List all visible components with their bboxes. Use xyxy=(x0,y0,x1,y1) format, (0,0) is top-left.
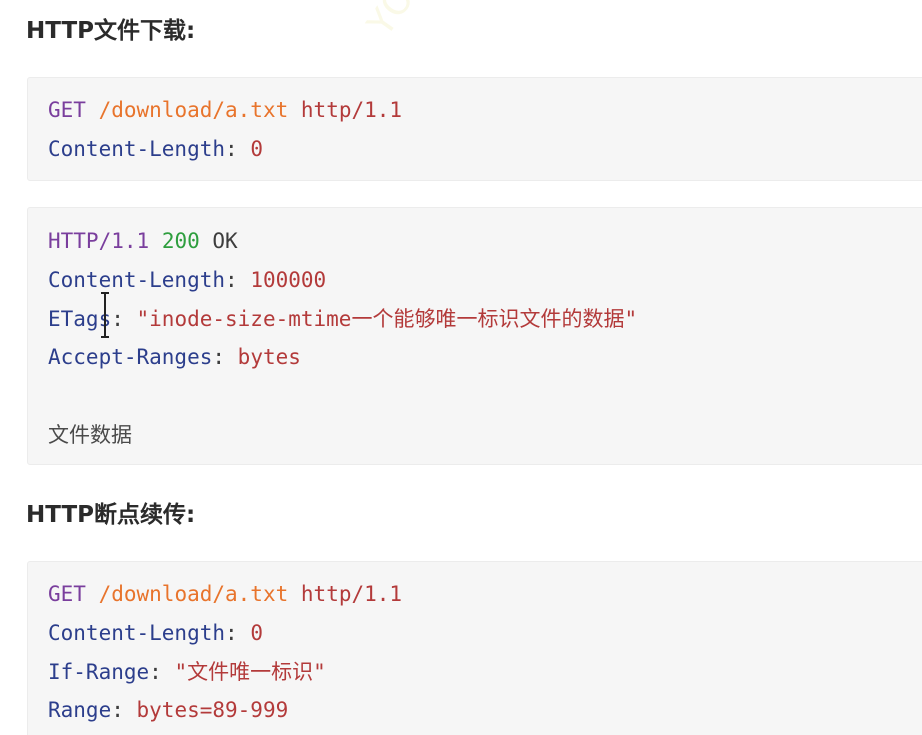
status-code: 200 xyxy=(161,229,200,253)
header-value: 0 xyxy=(250,136,263,161)
request-path: /download/a.txt xyxy=(98,98,289,122)
status-text: OK xyxy=(212,229,238,253)
header-name: Accept-Ranges xyxy=(48,345,213,370)
header-name: If-Range xyxy=(48,659,150,684)
header-line-range: Range: bytes=89-999 xyxy=(48,698,289,723)
code-block-resume-request[interactable]: GET /download/a.txt http/1.1 Content-Len… xyxy=(27,561,922,735)
header-value: bytes=89-999 xyxy=(136,698,289,723)
header-name: ETags xyxy=(48,306,112,331)
header-name: Content-Length xyxy=(48,620,226,645)
section-heading-download: HTTP文件下载: xyxy=(26,18,196,44)
status-line: HTTP/1.1 200 OK xyxy=(48,222,922,261)
response-body-text: 文件数据 xyxy=(48,422,132,447)
header-value: bytes xyxy=(237,345,301,370)
header-name: Content-Length xyxy=(48,267,226,292)
header-value: 100000 xyxy=(250,267,327,292)
header-line-content-length: Content-Length: 100000 xyxy=(48,267,327,292)
header-line-content-length: Content-Length: 0 xyxy=(48,136,263,161)
http-method: GET xyxy=(48,582,86,606)
header-line-accept-ranges: Accept-Ranges: bytes xyxy=(48,345,301,370)
request-line: GET /download/a.txt http/1.1 xyxy=(48,91,922,130)
section-heading-resume: HTTP断点续传: xyxy=(26,502,196,528)
header-value: 0 xyxy=(250,620,263,645)
header-line-etags: ETags: "inode-size-mtime一个能够唯一标识文件的数据" xyxy=(48,306,638,331)
request-path: /download/a.txt xyxy=(98,582,289,606)
text-cursor-icon xyxy=(101,292,109,338)
header-name: Range xyxy=(48,698,112,723)
header-value: "文件唯一标识" xyxy=(174,659,326,684)
header-name: Content-Length xyxy=(48,136,226,161)
header-line-if-range: If-Range: "文件唯一标识" xyxy=(48,659,326,684)
header-value: "inode-size-mtime一个能够唯一标识文件的数据" xyxy=(136,306,638,331)
status-protocol: HTTP/1.1 xyxy=(48,229,150,253)
http-method: GET xyxy=(48,98,86,122)
header-line-content-length: Content-Length: 0 xyxy=(48,620,263,645)
code-block-download-response[interactable]: HTTP/1.1 200 OK Content-Length: 100000 E… xyxy=(27,207,922,465)
code-block-download-request[interactable]: GET /download/a.txt http/1.1 Content-Len… xyxy=(27,77,922,181)
request-line: GET /download/a.txt http/1.1 xyxy=(48,575,922,614)
watermark: YOULYCO xyxy=(360,0,495,44)
request-protocol: http/1.1 xyxy=(300,98,403,122)
request-protocol: http/1.1 xyxy=(300,582,403,606)
